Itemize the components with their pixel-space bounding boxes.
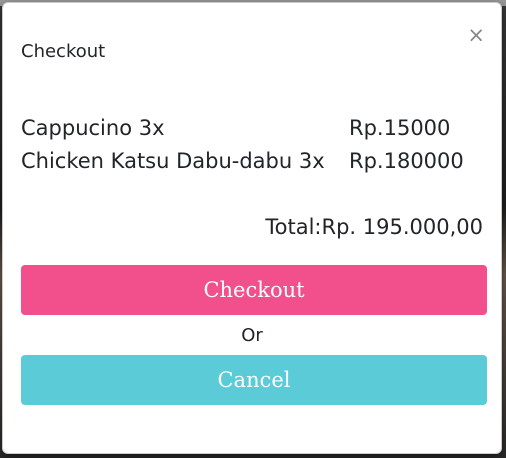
modal-title: Checkout xyxy=(21,41,106,62)
cancel-button[interactable]: Cancel xyxy=(21,355,487,405)
item-price: Rp.15000 xyxy=(349,116,451,140)
item-price: Rp.180000 xyxy=(349,149,464,173)
item-name: Cappucino 3x xyxy=(21,116,165,140)
item-name: Chicken Katsu Dabu-dabu 3x xyxy=(21,149,325,173)
list-item: Cappucino 3x Rp.15000 xyxy=(21,115,485,142)
close-icon[interactable]: × xyxy=(467,25,485,46)
or-separator: Or xyxy=(241,325,263,346)
checkout-button[interactable]: Checkout xyxy=(21,265,487,315)
cart-items-list: Cappucino 3x Rp.15000 Chicken Katsu Dabu… xyxy=(21,115,485,181)
list-item: Chicken Katsu Dabu-dabu 3x Rp.180000 xyxy=(21,148,485,175)
checkout-modal: Checkout × Cappucino 3x Rp.15000 Chicken… xyxy=(2,2,502,454)
order-total: Total:Rp. 195.000,00 xyxy=(265,215,483,239)
